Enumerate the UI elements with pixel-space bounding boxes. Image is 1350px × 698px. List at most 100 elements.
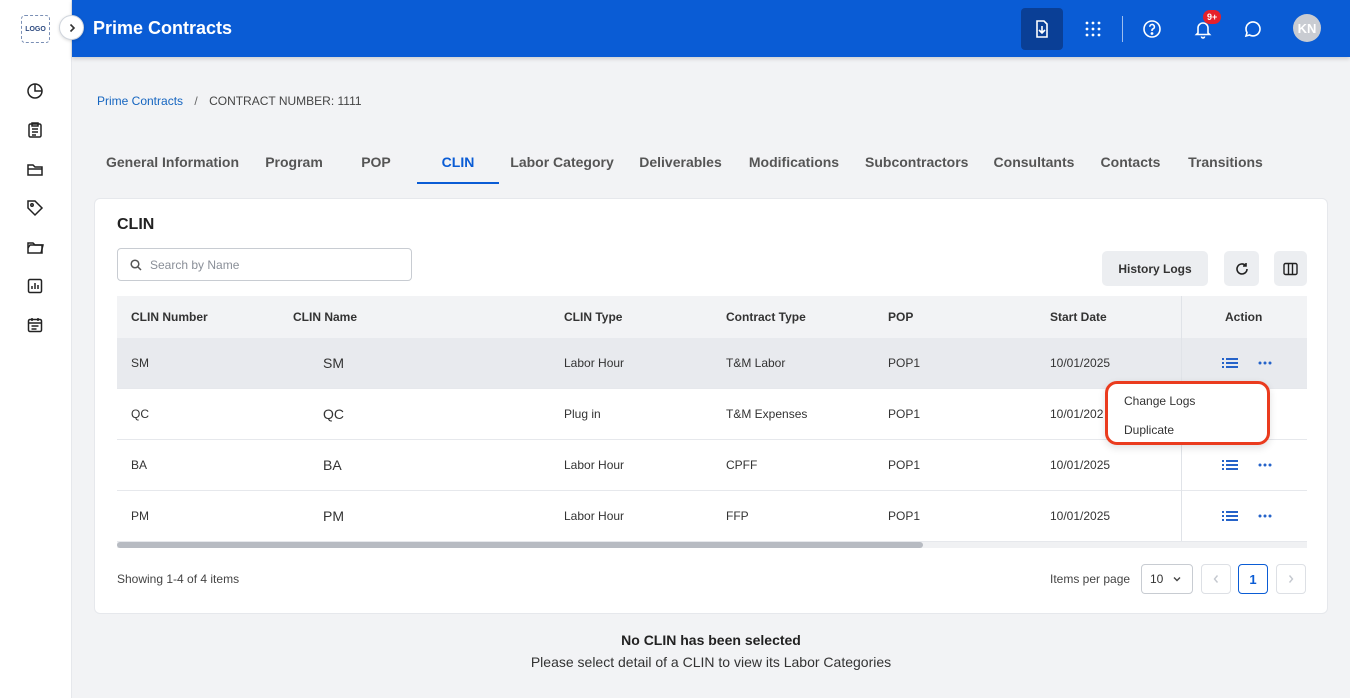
cell-clin-number: PM — [131, 509, 149, 523]
toolbar-divider — [1122, 16, 1123, 42]
tab-consultants[interactable]: Consultants — [993, 141, 1075, 184]
table-row[interactable]: BA BA Labor Hour CPFF POP1 10/01/2025 — [117, 440, 1307, 491]
action-menu: Change Logs Duplicate — [1105, 381, 1270, 445]
refresh-icon — [1235, 262, 1248, 275]
cell-clin-type: Labor Hour — [564, 509, 625, 523]
column-header[interactable]: CLIN Type — [564, 296, 622, 338]
column-header[interactable]: CLIN Number — [131, 296, 208, 338]
empty-state-subtitle: Please select detail of a CLIN to view i… — [530, 654, 892, 670]
section-title: CLIN — [117, 216, 155, 233]
cell-clin-number: SM — [131, 356, 149, 370]
columns-icon — [1283, 262, 1298, 275]
page-1-button[interactable]: 1 — [1238, 564, 1268, 594]
apps-button[interactable] — [1072, 8, 1114, 50]
breadcrumb-separator: / — [194, 94, 198, 108]
items-count: Showing 1-4 of 4 items — [117, 572, 240, 586]
chevron-left-icon — [1213, 575, 1219, 583]
horizontal-scrollbar-thumb[interactable] — [117, 542, 923, 548]
tab-pop[interactable]: POP — [356, 141, 396, 184]
sidebar-expand-button[interactable] — [59, 15, 84, 40]
page-title: Prime Contracts — [93, 18, 233, 38]
more-icon[interactable] — [1257, 356, 1273, 370]
column-header[interactable]: Start Date — [1050, 296, 1107, 338]
top-bar: Prime Contracts 9+ KN — [72, 0, 1350, 57]
items-per-page-select[interactable]: 10 — [1141, 564, 1193, 594]
tags-icon[interactable] — [25, 198, 45, 218]
app-logo[interactable]: LOGO — [21, 15, 50, 43]
cell-clin-name: PM — [323, 508, 344, 524]
table-header: CLIN Number CLIN Name CLIN Type Contract… — [117, 296, 1307, 338]
tab-bar: General Information Program POP CLIN Lab… — [94, 141, 1334, 184]
refresh-button[interactable] — [1224, 251, 1259, 286]
menu-item-change-logs[interactable]: Change Logs — [1124, 394, 1195, 408]
download-button[interactable] — [1021, 8, 1063, 50]
list-icon[interactable] — [1222, 458, 1238, 472]
search-input[interactable] — [150, 257, 390, 272]
tab-deliverables[interactable]: Deliverables — [638, 141, 723, 184]
more-icon[interactable] — [1257, 509, 1273, 523]
cell-contract-type: FFP — [726, 509, 749, 523]
empty-state-title: No CLIN has been selected — [621, 632, 801, 648]
cell-clin-name: QC — [323, 406, 344, 422]
cell-clin-name: BA — [323, 457, 342, 473]
menu-item-duplicate[interactable]: Duplicate — [1124, 423, 1174, 437]
next-page-button[interactable] — [1276, 564, 1306, 594]
cell-clin-type: Labor Hour — [564, 458, 625, 472]
cell-clin-number: QC — [131, 407, 149, 421]
clipboard-icon[interactable] — [25, 120, 45, 140]
tab-transitions[interactable]: Transitions — [1186, 141, 1265, 184]
notification-badge: 9+ — [1203, 10, 1222, 24]
items-per-page-label: Items per page — [1050, 572, 1131, 586]
table-row[interactable]: PM PM Labor Hour FFP POP1 10/01/2025 — [117, 491, 1307, 542]
tab-general-information[interactable]: General Information — [104, 141, 241, 184]
column-header[interactable]: Contract Type — [726, 296, 806, 338]
history-logs-button[interactable]: History Logs — [1102, 251, 1208, 286]
help-icon — [1143, 20, 1161, 38]
cell-clin-type: Labor Hour — [564, 356, 625, 370]
breadcrumb-parent-link[interactable]: Prime Contracts — [97, 94, 183, 108]
help-button[interactable] — [1131, 8, 1173, 50]
cell-clin-type: Plug in — [564, 407, 601, 421]
tab-modifications[interactable]: Modifications — [747, 141, 841, 184]
columns-button[interactable] — [1274, 251, 1307, 286]
list-icon[interactable] — [1222, 509, 1238, 523]
chevron-right-icon — [1288, 575, 1294, 583]
breadcrumb-current: CONTRACT NUMBER: 1111 — [209, 94, 362, 108]
search-box[interactable] — [117, 248, 412, 281]
cell-start-date: 10/01/2025 — [1050, 356, 1111, 370]
breadcrumb: Prime Contracts / CONTRACT NUMBER: 1111 — [97, 94, 362, 108]
cell-pop: POP1 — [888, 407, 921, 421]
items-per-page-value: 10 — [1150, 572, 1164, 586]
search-icon — [130, 258, 142, 271]
sidebar: LOGO — [0, 0, 72, 698]
prev-page-button[interactable] — [1201, 564, 1231, 594]
cell-start-date: 10/01/2025 — [1050, 458, 1111, 472]
cell-start-date: 10/01/2025 — [1050, 509, 1111, 523]
tab-program[interactable]: Program — [258, 141, 330, 184]
column-header[interactable]: POP — [888, 296, 913, 338]
tab-contacts[interactable]: Contacts — [1099, 141, 1162, 184]
folder-open-icon[interactable] — [25, 237, 45, 257]
tab-subcontractors[interactable]: Subcontractors — [865, 141, 968, 184]
column-header: Action — [1225, 310, 1263, 324]
cell-pop: POP1 — [888, 458, 921, 472]
folder-icon[interactable] — [25, 159, 45, 179]
report-icon[interactable] — [25, 276, 45, 296]
cell-pop: POP1 — [888, 356, 921, 370]
tab-labor-category[interactable]: Labor Category — [510, 141, 614, 184]
tab-clin[interactable]: CLIN — [417, 141, 499, 184]
cell-start-date: 10/01/202 — [1050, 407, 1104, 421]
chevron-down-icon — [1173, 577, 1181, 582]
download-icon — [1036, 20, 1048, 38]
more-icon[interactable] — [1257, 458, 1273, 472]
avatar[interactable]: KN — [1293, 14, 1321, 42]
list-icon[interactable] — [1222, 356, 1238, 370]
cell-contract-type: CPFF — [726, 458, 758, 472]
dashboard-icon[interactable] — [25, 81, 45, 101]
chat-button[interactable] — [1232, 8, 1274, 50]
column-header[interactable]: CLIN Name — [293, 296, 357, 338]
cell-contract-type: T&M Labor — [726, 356, 786, 370]
chevron-right-icon — [69, 23, 75, 32]
cell-clin-name: SM — [323, 355, 344, 371]
calendar-icon[interactable] — [25, 315, 45, 335]
